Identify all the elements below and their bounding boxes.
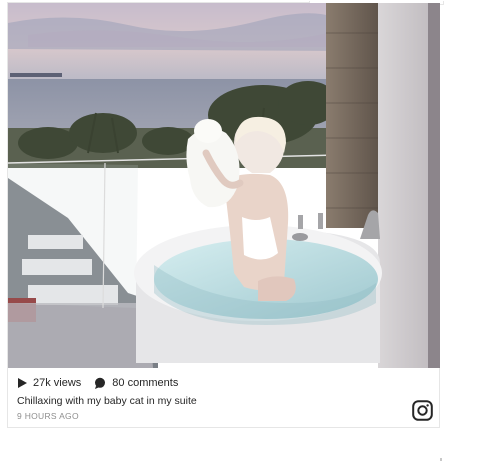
play-icon [18, 378, 27, 388]
instagram-icon[interactable] [412, 400, 433, 421]
post-stats: 27k views 80 comments [18, 377, 191, 389]
post-timestamp: 9 HOURS AGO [17, 411, 79, 421]
scrollbar-thumb[interactable] [440, 458, 442, 461]
views-stat: 27k views [18, 377, 81, 389]
comments-count: 80 comments [112, 377, 179, 389]
views-count: 27k views [33, 377, 82, 389]
comments-stat: 80 comments [94, 377, 178, 389]
comment-icon [94, 377, 106, 389]
post-image[interactable] [8, 3, 440, 368]
post-card: 27k views 80 comments Chillaxing with my… [7, 1, 444, 428]
post-caption: Chillaxing with my baby cat in my suite [17, 395, 197, 407]
